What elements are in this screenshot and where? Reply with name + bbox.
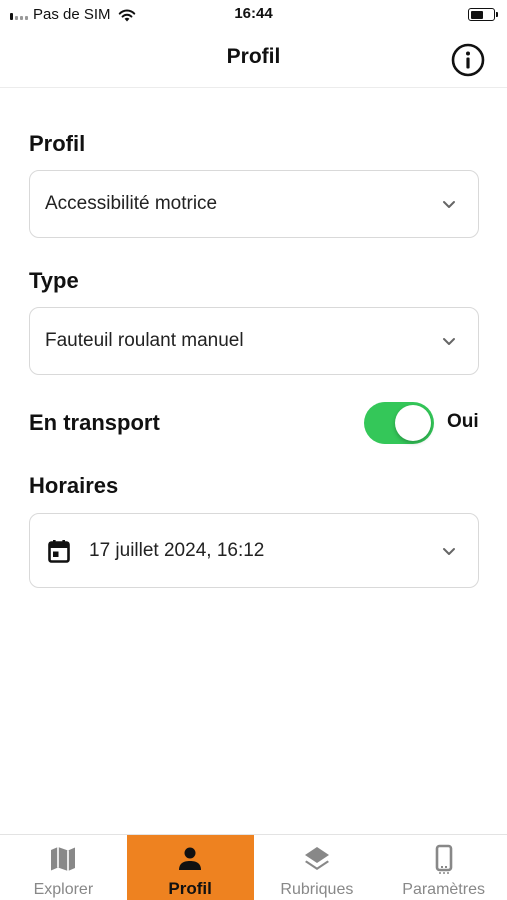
type-value: Fauteuil roulant manuel — [45, 330, 244, 351]
nav-header: Profil — [0, 30, 507, 88]
status-bar: Pas de SIM 16:44 — [0, 0, 507, 30]
tab-label: Explorer — [33, 881, 94, 898]
phone-icon — [435, 844, 452, 874]
tab-rubriques[interactable]: Rubriques — [254, 835, 381, 900]
schedule-select[interactable]: 17 juillet 2024, 16:12 — [29, 513, 479, 588]
battery-level — [470, 10, 484, 19]
type-label: Type — [29, 268, 79, 293]
tab-parametres[interactable]: Paramètres — [380, 835, 507, 900]
chevron-down-icon — [443, 201, 455, 208]
person-icon — [179, 847, 202, 870]
transport-toggle[interactable] — [364, 402, 434, 444]
tab-label: Rubriques — [280, 881, 354, 898]
tab-label: Profil — [168, 879, 212, 898]
schedule-label: Horaires — [29, 473, 119, 498]
layers-icon — [304, 847, 329, 870]
type-select[interactable]: Fauteuil roulant manuel — [29, 307, 479, 375]
page-title: Profil — [226, 45, 281, 68]
schedule-value: 17 juillet 2024, 16:12 — [89, 539, 265, 561]
chevron-down-icon — [443, 338, 455, 345]
info-icon[interactable] — [451, 43, 485, 77]
profile-select[interactable]: Accessibilité motrice — [29, 170, 479, 238]
tab-profil[interactable]: Profil — [126, 835, 254, 900]
transport-state: Oui — [447, 411, 479, 432]
profile-label: Profil — [29, 131, 86, 156]
tab-bar: Explorer Profil Rubriques Paramètres — [0, 834, 507, 900]
transport-label: En transport — [29, 410, 160, 435]
tab-label: Paramètres — [402, 881, 485, 898]
status-time: 16:44 — [234, 5, 273, 22]
calendar-icon — [48, 539, 70, 563]
tab-explorer[interactable]: Explorer — [0, 835, 127, 900]
toggle-knob — [395, 405, 431, 441]
chevron-down-icon — [443, 547, 455, 555]
battery-icon — [468, 8, 498, 21]
map-icon — [51, 847, 76, 871]
profile-value: Accessibilité motrice — [45, 193, 218, 214]
